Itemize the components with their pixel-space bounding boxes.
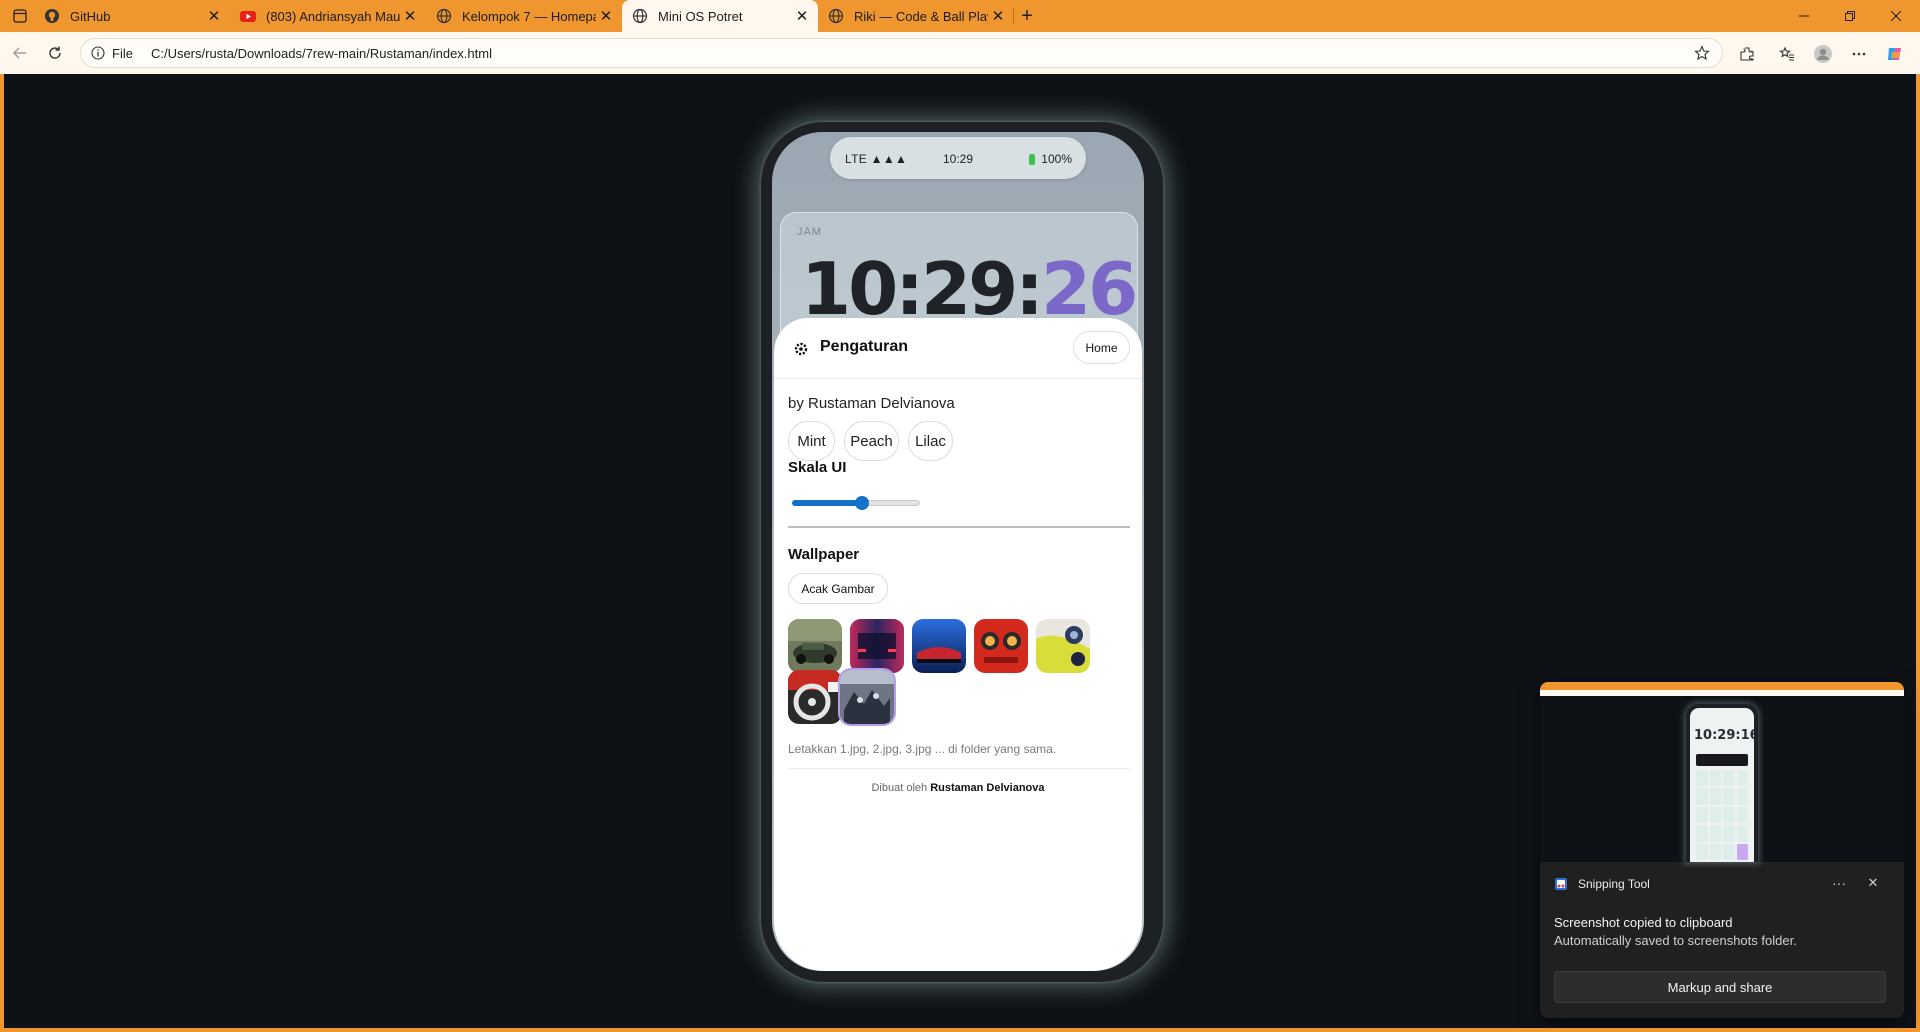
phone-screen: LTE ▲▲▲ 10:29 100% JAM 10:29:26 Pengatur… — [772, 132, 1144, 971]
globe-icon — [828, 8, 844, 24]
toast-app-header: Snipping Tool — [1554, 877, 1650, 891]
tab-separator — [1013, 8, 1014, 24]
tab-kelompok[interactable]: Kelompok 7 — Homepage ✕ — [426, 0, 622, 32]
snipping-tool-icon — [1555, 878, 1567, 890]
credit-name: Rustaman Delvianova — [930, 782, 1045, 794]
close-tab-icon[interactable]: ✕ — [596, 7, 616, 25]
globe-icon — [632, 8, 648, 24]
toast-app-name: Snipping Tool — [1578, 877, 1650, 891]
battery-icon — [1029, 153, 1036, 165]
home-button[interactable]: Home — [1073, 331, 1130, 364]
wallpaper-thumb-3[interactable] — [912, 619, 966, 673]
profile-avatar-icon[interactable] — [1811, 42, 1835, 66]
settings-header: Pengaturan Home — [774, 318, 1142, 379]
favorites-icon[interactable] — [1775, 42, 1799, 66]
new-tab-button[interactable]: + — [1017, 5, 1037, 27]
favorite-star-icon[interactable] — [1694, 45, 1710, 64]
wallpaper-hint: Letakkan 1.jpg, 2.jpg, 3.jpg ... di fold… — [788, 742, 1057, 756]
settings-title: Pengaturan — [820, 338, 909, 355]
scale-title: Skala UI — [788, 459, 847, 476]
preview-keypad — [1696, 770, 1748, 860]
section-divider — [788, 526, 1130, 528]
wallpaper-title: Wallpaper — [788, 546, 860, 563]
preview-phone: 10:29:16 — [1686, 704, 1758, 862]
tab-bar: GitHub ✕ (803) Andriansyah Maulana - You… — [0, 0, 1920, 32]
preview-clock: 10:29:16 — [1694, 728, 1754, 743]
credit-prefix: Dibuat oleh — [871, 782, 928, 794]
tab-title: Riki — Code & Ball Playground — [854, 8, 988, 24]
screenshot-preview[interactable]: 10:29:16 — [1540, 682, 1904, 862]
markup-and-share-button[interactable]: Markup and share — [1554, 971, 1886, 1003]
close-tab-icon[interactable]: ✕ — [792, 7, 812, 25]
slider-thumb[interactable] — [855, 496, 870, 510]
theme-peach-button[interactable]: Peach — [844, 421, 899, 461]
preview-toolbar — [1540, 690, 1904, 696]
battery-level: 100% — [1041, 152, 1072, 166]
github-icon — [44, 8, 60, 24]
toast-subtitle: Automatically saved to screenshots folde… — [1554, 933, 1797, 948]
wallpaper-thumb-5[interactable] — [1036, 619, 1090, 673]
tab-actions-icon[interactable] — [10, 6, 30, 26]
preview-display — [1696, 754, 1748, 766]
preview-tabbar — [1540, 682, 1904, 690]
wallpaper-thumb-1[interactable] — [788, 619, 842, 673]
site-info-icon[interactable] — [90, 45, 106, 61]
extensions-icon[interactable] — [1735, 42, 1759, 66]
address-bar[interactable]: File C:/Users/rusta/Downloads/7rew-main/… — [80, 38, 1723, 68]
copilot-icon[interactable] — [1883, 42, 1907, 66]
tab-title: GitHub — [70, 8, 111, 24]
footer-divider — [788, 768, 1130, 769]
restore-icon[interactable] — [1827, 0, 1873, 32]
url-scheme: File — [112, 45, 133, 61]
tab-mini-os-potret[interactable]: Mini OS Potret ✕ — [622, 0, 818, 32]
preview-screen: 10:29:16 — [1690, 708, 1754, 862]
tab-title: (803) Andriansyah Maulana - You — [266, 8, 400, 24]
theme-mint-button[interactable]: Mint — [788, 421, 835, 461]
tab-title: Kelompok 7 — Homepage — [462, 8, 596, 24]
slider-fill — [792, 500, 863, 506]
toast-title: Screenshot copied to clipboard — [1554, 915, 1733, 930]
globe-icon — [436, 8, 452, 24]
ui-scale-slider[interactable] — [792, 496, 920, 510]
tab-youtube[interactable]: (803) Andriansyah Maulana - You ✕ — [230, 0, 426, 32]
close-tab-icon[interactable]: ✕ — [204, 7, 224, 25]
close-tab-icon[interactable]: ✕ — [400, 7, 420, 25]
random-wallpaper-button[interactable]: Acak Gambar — [788, 573, 888, 604]
battery-indicator: 100% — [1029, 152, 1072, 166]
back-icon[interactable] — [8, 41, 32, 65]
url-text[interactable]: C:/Users/rusta/Downloads/7rew-main/Rusta… — [151, 46, 492, 61]
tab-title: Mini OS Potret — [658, 8, 743, 24]
tab-riki[interactable]: Riki — Code & Ball Playground ✕ — [818, 0, 1014, 32]
more-menu-icon[interactable] — [1847, 42, 1871, 66]
wallpaper-thumb-2[interactable] — [850, 619, 904, 673]
wallpaper-thumb-7[interactable] — [840, 670, 894, 724]
wallpaper-thumb-4[interactable] — [974, 619, 1028, 673]
snipping-tool-notification[interactable]: 10:29:16 Snipping Tool ··· ✕ Screenshot … — [1540, 682, 1904, 1018]
phone-frame: LTE ▲▲▲ 10:29 100% JAM 10:29:26 Pengatur… — [761, 122, 1163, 982]
toast-more-icon[interactable]: ··· — [1828, 872, 1850, 894]
clock-label: JAM — [797, 226, 822, 238]
wallpaper-thumb-6[interactable] — [788, 670, 842, 724]
reload-icon[interactable] — [43, 41, 67, 65]
minimize-icon[interactable] — [1781, 0, 1827, 32]
youtube-icon — [240, 8, 256, 24]
toast-close-icon[interactable]: ✕ — [1862, 872, 1884, 894]
theme-lilac-button[interactable]: Lilac — [908, 421, 953, 461]
window-bottom-edge — [0, 1028, 1920, 1032]
tab-github[interactable]: GitHub ✕ — [34, 0, 230, 32]
close-window-icon[interactable] — [1873, 0, 1919, 32]
close-tab-icon[interactable]: ✕ — [988, 7, 1008, 25]
credit-line: Dibuat oleh Rustaman Delvianova — [774, 782, 1142, 794]
gear-icon — [794, 342, 808, 356]
byline: by Rustaman Delvianova — [788, 395, 955, 412]
settings-sheet: Pengaturan Home by Rustaman Delvianova M… — [774, 318, 1142, 971]
status-bar: LTE ▲▲▲ 10:29 100% — [830, 137, 1086, 179]
